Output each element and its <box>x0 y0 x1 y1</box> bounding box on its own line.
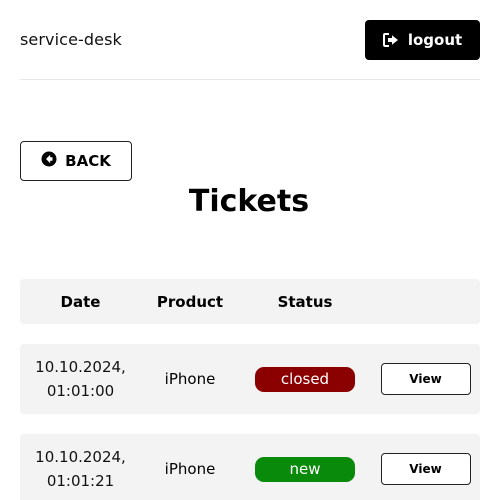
status-badge: new <box>255 456 355 482</box>
product-cell: iPhone <box>164 460 216 478</box>
date-cell: 10.10.2024, 01:01:00 <box>20 344 141 414</box>
table-row: 10.10.2024, 01:01:21 iPhone new View <box>20 434 480 500</box>
table-row: 10.10.2024, 01:01:00 iPhone closed View <box>20 344 480 414</box>
action-cell: View <box>371 344 480 414</box>
product-cell: iPhone <box>164 370 216 388</box>
top-header: service-desk logout <box>20 0 480 80</box>
column-header-product: Product <box>156 292 224 311</box>
status-badge: closed <box>255 366 355 392</box>
back-button[interactable]: BACK <box>20 141 132 181</box>
back-label: BACK <box>65 152 111 170</box>
status-cell: new <box>239 434 371 500</box>
arrow-circle-left-icon <box>41 151 57 171</box>
column-header-status: Status <box>277 292 333 311</box>
column-header-date: Date <box>60 292 101 311</box>
date-value: 10.10.2024, <box>35 358 126 376</box>
sign-out-icon <box>382 33 399 47</box>
status-cell: closed <box>239 344 371 414</box>
time-value: 01:01:00 <box>46 382 115 400</box>
page: service-desk logout BACK Tickets Date Pr… <box>0 0 498 500</box>
view-button[interactable]: View <box>380 363 471 395</box>
page-title: Tickets <box>188 184 310 219</box>
logout-label: logout <box>407 31 463 49</box>
app-title: service-desk <box>20 30 122 49</box>
action-cell: View <box>371 434 480 500</box>
view-button[interactable]: View <box>380 453 471 485</box>
date-value: 10.10.2024, <box>35 448 126 466</box>
time-value: 01:01:21 <box>46 472 115 490</box>
logout-button[interactable]: logout <box>365 20 480 60</box>
table-header: Date Product Status <box>20 279 480 324</box>
column-header-action <box>371 279 480 324</box>
date-cell: 10.10.2024, 01:01:21 <box>20 434 141 500</box>
